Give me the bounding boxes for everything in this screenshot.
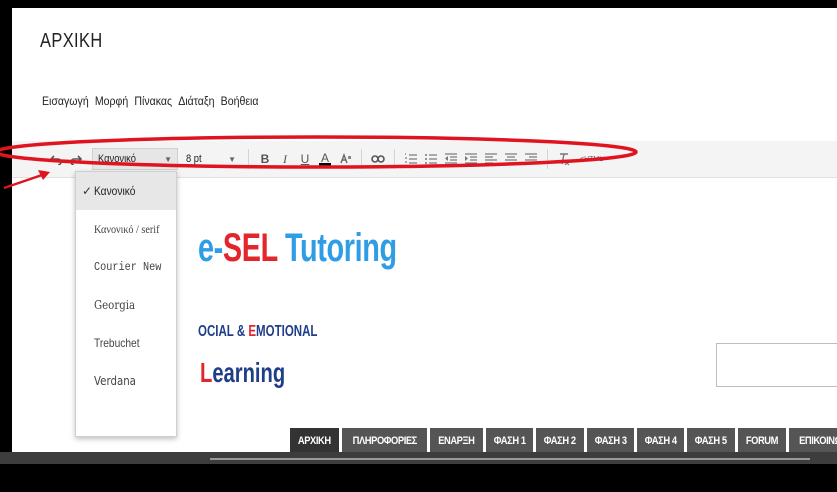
menu-insert[interactable]: Εισαγωγή [42,94,89,108]
divider [394,149,395,169]
site-logo-title: e-SEL Tutoring [198,226,397,271]
menu-help[interactable]: Βοήθεια [221,94,259,108]
font-option-label: Courier New [94,260,162,274]
nav-phase-1[interactable]: ΦΑΣΗ 1 [485,428,534,454]
font-option-label: Κανονικό / serif [94,221,160,236]
menu-format[interactable]: Μορφή [95,94,128,108]
font-option-label: Verdana [94,374,136,388]
divider [361,149,362,169]
nav-contact[interactable]: ΕΠΙΚΟΙΝΩΝΙΑ [788,428,837,454]
numbered-list-icon[interactable] [401,148,421,170]
nav-label: ΦΑΣΗ 2 [543,435,576,447]
align-left-icon[interactable] [481,148,501,170]
style-select[interactable]: Κανονικό ▼ [92,148,178,170]
nav-label: ΕΝΑΡΞΗ [438,435,475,447]
site-tagline: OCIAL & EMOTIONAL [198,323,317,341]
undo-icon[interactable] [46,148,66,170]
style-select-value: Κανονικό [98,153,136,165]
divider [547,149,548,169]
link-icon[interactable] [368,148,388,170]
nav-label: ΕΠΙΚΟΙΝΩΝΙΑ [798,435,837,447]
outdent-icon[interactable] [441,148,461,170]
menu-table[interactable]: Πίνακας [134,94,172,108]
align-center-icon[interactable] [501,148,521,170]
nav-label: ΦΑΣΗ 5 [695,435,727,447]
nav-label: ΑΡΧΙΚΗ [297,435,331,447]
nav-phase-3[interactable]: ΦΑΣΗ 3 [586,428,634,454]
tagline-e: E [248,323,257,340]
nav-label: ΠΛΗΡΟΦΟΡΙΕΣ [352,435,417,447]
nav-forum[interactable]: FORUM [737,428,786,454]
font-option-verdana[interactable]: Verdana [76,362,176,400]
nav-label: ΦΑΣΗ 1 [493,435,526,447]
site-learning: Learning [200,357,285,389]
size-select-value: 8 pt [186,153,202,165]
font-color-swatch [319,162,331,166]
font-option-label: Κανονικό [94,184,136,198]
nav-phase-5[interactable]: ΦΑΣΗ 5 [687,428,735,454]
highlight-color-icon[interactable] [335,148,355,170]
nav-phase-4[interactable]: ΦΑΣΗ 4 [636,428,685,454]
font-dropdown: ✓ Κανονικό Κανονικό / serif Courier New … [75,171,177,437]
tagline-first: OCIAL & [198,323,249,340]
font-option-georgia[interactable]: Georgia [76,286,176,324]
font-option-normal[interactable]: ✓ Κανονικό [76,172,176,210]
learning-l: L [200,357,213,388]
bullet-list-icon[interactable] [421,148,441,170]
chevron-down-icon: ▼ [228,154,236,164]
nav-label: ΦΑΣΗ 4 [644,435,677,447]
font-option-label: Georgia [94,298,136,312]
font-color-button[interactable]: A [315,148,335,170]
italic-button[interactable]: I [275,148,295,170]
brand-prefix: e- [198,226,223,270]
menubar: Εισαγωγή Μορφή Πίνακας Διάταξη Βοήθεια [42,94,259,108]
menu-layout[interactable]: Διάταξη [178,94,214,108]
size-select[interactable]: 8 pt ▼ [180,148,242,170]
font-color-label: A [320,150,329,165]
bottom-strip [210,458,810,460]
check-icon: ✓ [82,184,93,198]
search-input[interactable] [716,343,837,387]
redo-icon[interactable] [66,148,86,170]
learning-rest: earning [212,357,286,388]
html-source-button[interactable]: <HTML> [580,156,607,163]
tagline-rest: MOTIONAL [256,323,318,340]
font-option-trebuchet[interactable]: Trebuchet [76,324,176,362]
nav-home[interactable]: ΑΡΧΙΚΗ [290,428,339,454]
font-option-serif[interactable]: Κανονικό / serif [76,210,176,248]
chevron-down-icon: ▼ [164,154,172,164]
nav-start[interactable]: ΕΝΑΡΞΗ [430,428,483,454]
font-option-courier[interactable]: Courier New [76,248,176,286]
nav-phase-2[interactable]: ΦΑΣΗ 2 [536,428,584,454]
nav-label: ΦΑΣΗ 3 [594,435,627,447]
nav-info[interactable]: ΠΛΗΡΟΦΟΡΙΕΣ [341,428,428,454]
nav-label: FORUM [745,435,779,447]
font-option-label: Trebuchet [94,336,140,350]
bold-button[interactable]: B [255,148,275,170]
brand-sel: SEL [222,226,278,270]
brand-tutoring: Tutoring [277,226,397,270]
indent-icon[interactable] [461,148,481,170]
page-title: ΑΡΧΙΚΗ [40,30,103,52]
site-nav: ΑΡΧΙΚΗ ΠΛΗΡΟΦΟΡΙΕΣ ΕΝΑΡΞΗ ΦΑΣΗ 1 ΦΑΣΗ 2 … [290,428,837,454]
underline-button[interactable]: U [295,148,315,170]
divider [248,149,249,169]
align-right-icon[interactable] [521,148,541,170]
clear-formatting-icon[interactable] [554,148,574,170]
